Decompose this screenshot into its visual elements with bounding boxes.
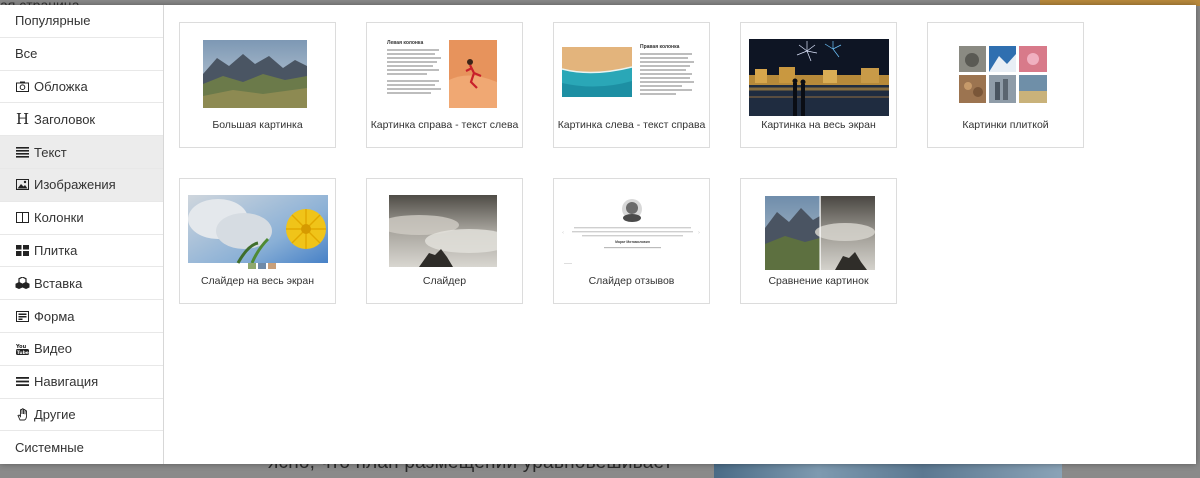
thumbnail-runner-photo: [449, 40, 497, 108]
sidebar-item-other[interactable]: Другие: [0, 399, 163, 432]
sidebar-item-cover[interactable]: Обложка: [0, 71, 163, 104]
template-card-label: Большая картинка: [212, 119, 303, 131]
sidebar-item-label: Навигация: [34, 374, 99, 390]
template-card-testimonials-slider[interactable]: ‹ › Марат Митамиловин Слайдер отзывов: [553, 178, 710, 304]
sidebar-item-system[interactable]: Системные: [0, 431, 163, 464]
sidebar-item-label: Видео: [34, 341, 72, 357]
template-card-fullscreen-slider[interactable]: Слайдер на весь экран: [179, 178, 336, 304]
svg-text:‹: ‹: [562, 230, 564, 236]
cubes-icon: [15, 277, 30, 290]
heading-icon: H: [15, 110, 30, 129]
text-lines-icon: [15, 146, 30, 159]
block-picker-modal: Популярные Все Обложка H Заголовок Текст…: [0, 5, 1196, 464]
thumbnail-column-title: Правая колонка: [640, 44, 680, 50]
sidebar-item-text[interactable]: Текст: [0, 136, 163, 169]
template-card-label: Картинка слева - текст справа: [557, 119, 706, 131]
sidebar-item-label: Форма: [34, 308, 75, 324]
sidebar-item-images[interactable]: Изображения: [0, 168, 163, 202]
sidebar-item-label: Все: [15, 46, 38, 62]
thumbnail-beach-photo: [562, 47, 632, 97]
template-card-image-right-text-left[interactable]: Левая колонка Картинка справа - текст сл…: [366, 22, 523, 148]
sidebar-item-all[interactable]: Все: [0, 38, 163, 71]
sidebar-item-tiles[interactable]: Плитка: [0, 235, 163, 268]
thumbnail-testimonial: ‹ › Марат Митамиловин: [560, 197, 705, 269]
sidebar-item-form[interactable]: Форма: [0, 300, 163, 333]
camera-icon: [15, 80, 30, 93]
template-card-label: Слайдер: [422, 275, 467, 287]
block-templates-grid: Большая картинка Левая колонка Картинка …: [165, 5, 1196, 464]
thumbnail-mountain-landscape: [203, 40, 307, 108]
sidebar-item-label: Вставка: [34, 275, 83, 291]
background-image-strip: [714, 462, 1062, 478]
sidebar-item-label: Популярные: [15, 13, 91, 29]
sidebar-item-label: Системные: [15, 440, 84, 456]
sidebar-item-embed[interactable]: Вставка: [0, 267, 163, 301]
sidebar-item-label: Изображения: [34, 177, 116, 193]
thumbnail-fireworks-photo: [749, 39, 889, 116]
template-card-label: Картинка справа - текст слева: [370, 119, 519, 131]
sidebar-item-popular[interactable]: Популярные: [0, 5, 163, 38]
thumbnail-author-name: Марат Митамиловин: [615, 240, 650, 244]
template-card-image-comparison[interactable]: Сравнение картинок: [740, 178, 897, 304]
thumbnail-dandelion-slider: [188, 195, 328, 273]
thumbnail-before-after-comparison: [765, 196, 875, 270]
thumbnail-text-column: Правая колонка: [640, 44, 698, 116]
template-card-image-left-text-right[interactable]: Правая колонка Картинка слева - текст сп…: [553, 22, 710, 148]
thumbnail-column-title: Левая колонка: [387, 40, 424, 46]
sidebar-item-label: Плитка: [34, 242, 78, 258]
image-icon: [15, 178, 30, 191]
template-card-fullscreen-image[interactable]: Картинка на весь экран: [740, 22, 897, 148]
hand-icon: [15, 408, 30, 421]
template-card-image-tiles[interactable]: Картинки плиткой: [927, 22, 1084, 148]
thumbnail-foggy-mountains-slider: [389, 195, 497, 267]
tiles-icon: [15, 244, 30, 257]
template-card-label: Картинки плиткой: [962, 119, 1049, 131]
sidebar-item-label: Обложка: [34, 78, 88, 94]
template-card-label: Слайдер на весь экран: [200, 275, 315, 287]
thumbnail-image-grid: [959, 46, 1047, 103]
form-icon: [15, 310, 30, 323]
sidebar-item-heading[interactable]: H Заголовок: [0, 103, 163, 137]
youtube-icon: You Tube: [15, 342, 30, 355]
svg-text:Tube: Tube: [17, 350, 29, 355]
columns-icon: [15, 211, 30, 224]
sidebar-item-label: Колонки: [34, 210, 84, 226]
sidebar-item-columns[interactable]: Колонки: [0, 202, 163, 235]
svg-text:›: ›: [698, 230, 700, 236]
template-card-label: Сравнение картинок: [768, 275, 869, 287]
template-card-large-image[interactable]: Большая картинка: [179, 22, 336, 148]
sidebar-item-label: Заголовок: [34, 111, 96, 127]
sidebar-item-label: Другие: [34, 406, 76, 422]
template-card-label: Картинка на весь экран: [761, 119, 876, 131]
sidebar-item-label: Текст: [34, 144, 67, 160]
menu-icon: [15, 375, 30, 388]
sidebar-item-navigation[interactable]: Навигация: [0, 366, 163, 399]
template-card-slider[interactable]: Слайдер: [366, 178, 523, 304]
template-card-label: Слайдер отзывов: [588, 275, 675, 287]
sidebar-item-video[interactable]: You Tube Видео: [0, 333, 163, 366]
category-sidebar: Популярные Все Обложка H Заголовок Текст…: [0, 5, 164, 464]
thumbnail-text-column: Левая колонка: [387, 40, 443, 112]
